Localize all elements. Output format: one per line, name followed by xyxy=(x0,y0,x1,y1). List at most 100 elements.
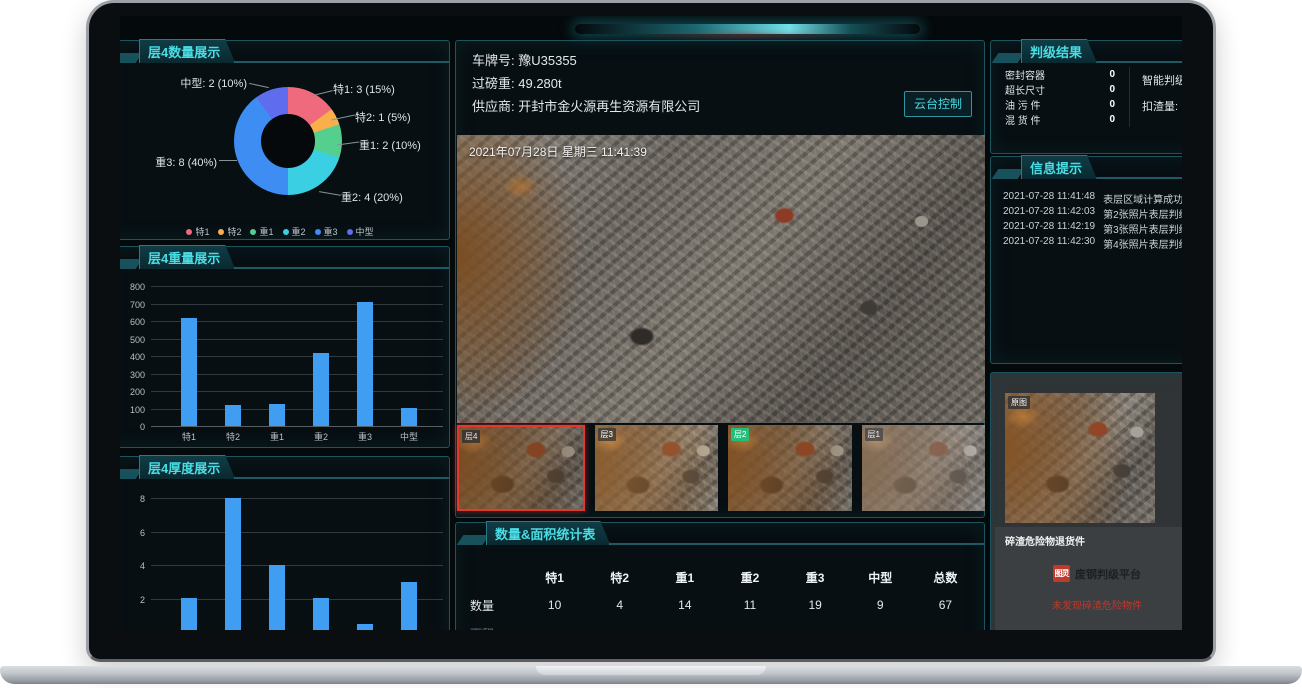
legend-item[interactable]: 特1 xyxy=(186,225,209,238)
grade-results: 密封容器0超长尺寸0油 污 件0混 货 件0 智能判级:扣渣量: xyxy=(991,67,1182,127)
message-row[interactable]: 2021-07-28 11:42:19第3张照片表层判级 xyxy=(1003,221,1182,236)
legend-item[interactable]: 特2 xyxy=(218,225,241,238)
dashboard: 层4数量展示 特1: 3 (15%)特2: 1 (5%)重1: 2 (10%)重… xyxy=(120,16,1182,630)
donut-leader-line xyxy=(249,83,269,88)
bar-slot xyxy=(387,408,431,426)
table-cell: 14 xyxy=(652,598,717,612)
grade-item: 油 污 件0 xyxy=(1005,97,1117,112)
grid-tick: 0 xyxy=(151,426,443,427)
grade-summary: 智能判级:扣渣量: xyxy=(1129,67,1182,127)
bar[interactable] xyxy=(181,598,197,630)
bar[interactable] xyxy=(181,318,197,426)
grade-item-value: 0 xyxy=(1109,114,1117,125)
table-header-cell: 总数 xyxy=(913,569,978,586)
legend-item[interactable]: 重3 xyxy=(315,225,338,238)
grade-item-label: 超长尺寸 xyxy=(1005,82,1045,97)
x-tick-label: 重2 xyxy=(299,430,343,443)
table-cell: —— xyxy=(717,626,782,630)
bar[interactable] xyxy=(357,302,373,426)
photo-timestamp-overlay: 2021年07月28日 星期三 11:41:39 xyxy=(469,143,647,160)
donut-hole xyxy=(261,114,315,168)
info-panel-header: 信息提示 xyxy=(991,157,1182,179)
ptz-control-button[interactable]: 云台控制 xyxy=(904,91,972,117)
bar[interactable] xyxy=(313,598,329,630)
legend-dot xyxy=(315,229,321,235)
donut-legend: 特1 特2 重1 重2 重3 中型 xyxy=(120,225,451,238)
legend-item[interactable]: 重2 xyxy=(283,225,306,238)
y-tick-label: 600 xyxy=(120,317,145,327)
main-scrap-photo[interactable]: 2021年07月28日 星期三 11:41:39 xyxy=(457,135,985,423)
layer-thumbnail[interactable]: 层1 xyxy=(862,425,986,511)
plate-value: 豫U35355 xyxy=(518,53,577,68)
donut-leader-line xyxy=(319,191,341,196)
y-tick-label: 700 xyxy=(120,300,145,310)
table-cell: —— xyxy=(652,626,717,630)
info-messages-panel: 信息提示 2021-07-28 11:41:48表层区域计算成功2021-07-… xyxy=(990,156,1182,364)
grade-panel-title: 判级结果 xyxy=(1021,39,1097,63)
thumbnail-layer-tag: 层1 xyxy=(865,428,883,441)
bar-slot xyxy=(299,598,343,630)
thumbnail-layer-tag: 层3 xyxy=(598,428,616,441)
bar-slot xyxy=(299,353,343,426)
legend-item[interactable]: 中型 xyxy=(347,225,374,238)
quantity-panel-title: 层4数量展示 xyxy=(139,39,235,63)
grade-panel-header: 判级结果 xyxy=(991,41,1182,63)
table-row: 面积—————————————— xyxy=(464,619,978,630)
message-row[interactable]: 2021-07-28 11:41:48表层区域计算成功 xyxy=(1003,191,1182,206)
donut-leader-line xyxy=(219,160,237,161)
table-header-cell: 特1 xyxy=(522,569,587,586)
supplier-value: 开封市金火源再生资源有限公司 xyxy=(518,99,700,114)
bar-slot xyxy=(167,318,211,426)
bar[interactable] xyxy=(225,498,241,630)
bar[interactable] xyxy=(401,408,417,426)
bar-group xyxy=(167,286,431,426)
layer-thumbnail[interactable]: 层3 xyxy=(595,425,719,511)
x-tick-label: 特1 xyxy=(167,430,211,443)
stats-table-header: 数量&面积统计表 xyxy=(456,523,984,545)
weight-bar-chart: 8007006005004003002001000特1特2重1重2重3中型 xyxy=(120,247,451,449)
thumbnail-layer-tag: 层4 xyxy=(462,430,480,443)
legend-item[interactable]: 重1 xyxy=(250,225,273,238)
laptop-screen: 层4数量展示 特1: 3 (15%)特2: 1 (5%)重1: 2 (10%)重… xyxy=(120,16,1182,630)
y-tick-label: 300 xyxy=(120,370,145,380)
grade-summary-label: 智能判级: xyxy=(1142,67,1182,93)
original-photo[interactable]: 原图 xyxy=(1005,393,1155,523)
table-header-row: 特1特2重1重2重3中型总数 xyxy=(464,563,978,591)
bar[interactable] xyxy=(269,404,285,426)
table-header-cell: 重2 xyxy=(717,569,782,586)
bar[interactable] xyxy=(269,565,285,630)
layer-thumbnail[interactable]: 层2 xyxy=(728,425,852,511)
table-cell: 10 xyxy=(522,598,587,612)
plate-row: 车牌号: 豫U35355 xyxy=(472,49,700,72)
message-row[interactable]: 2021-07-28 11:42:30第4张照片表层判级 xyxy=(1003,236,1182,251)
table-header-cell: 重1 xyxy=(652,569,717,586)
platform-logo-icon: 图灵 xyxy=(1053,565,1070,582)
grade-summary-label: 扣渣量: xyxy=(1142,93,1182,119)
table-header-cell: 特2 xyxy=(587,569,652,586)
y-tick-label: 2 xyxy=(120,595,145,605)
x-tick-label: 重1 xyxy=(255,430,299,443)
y-tick-label: 0 xyxy=(120,422,145,432)
grade-item-label: 密封容器 xyxy=(1005,67,1045,82)
table-row-label: 数量 xyxy=(464,597,522,614)
quantity-donut-chart xyxy=(234,87,342,195)
detail-card: 碎渣危险物退货件 图灵 废钢判级平台 未发现碎渣危险物件 xyxy=(995,527,1182,630)
table-row: 数量104141119967 xyxy=(464,591,978,619)
bar[interactable] xyxy=(357,624,373,630)
donut-callout: 中型: 2 (10%) xyxy=(159,75,247,91)
y-tick-label: 6 xyxy=(120,528,145,538)
table-cell: —— xyxy=(783,626,848,630)
info-panel-title: 信息提示 xyxy=(1021,155,1097,179)
message-row[interactable]: 2021-07-28 11:42:03第2张照片表层判级 xyxy=(1003,206,1182,221)
bar[interactable] xyxy=(225,405,241,426)
bar[interactable] xyxy=(401,582,417,630)
y-tick-label: 200 xyxy=(120,387,145,397)
bar[interactable] xyxy=(313,353,329,426)
donut-callout: 重3: 8 (40%) xyxy=(129,154,217,170)
layer-thumbnail[interactable]: 层4 xyxy=(457,425,585,511)
message-list: 2021-07-28 11:41:48表层区域计算成功2021-07-28 11… xyxy=(1003,191,1182,251)
weight-panel: 层4重量展示 8007006005004003002001000特1特2重1重2… xyxy=(120,246,450,448)
table-cell: 19 xyxy=(783,598,848,612)
grade-item-label: 油 污 件 xyxy=(1005,97,1041,112)
thumbnail-layer-tag: 层2 xyxy=(731,428,749,441)
